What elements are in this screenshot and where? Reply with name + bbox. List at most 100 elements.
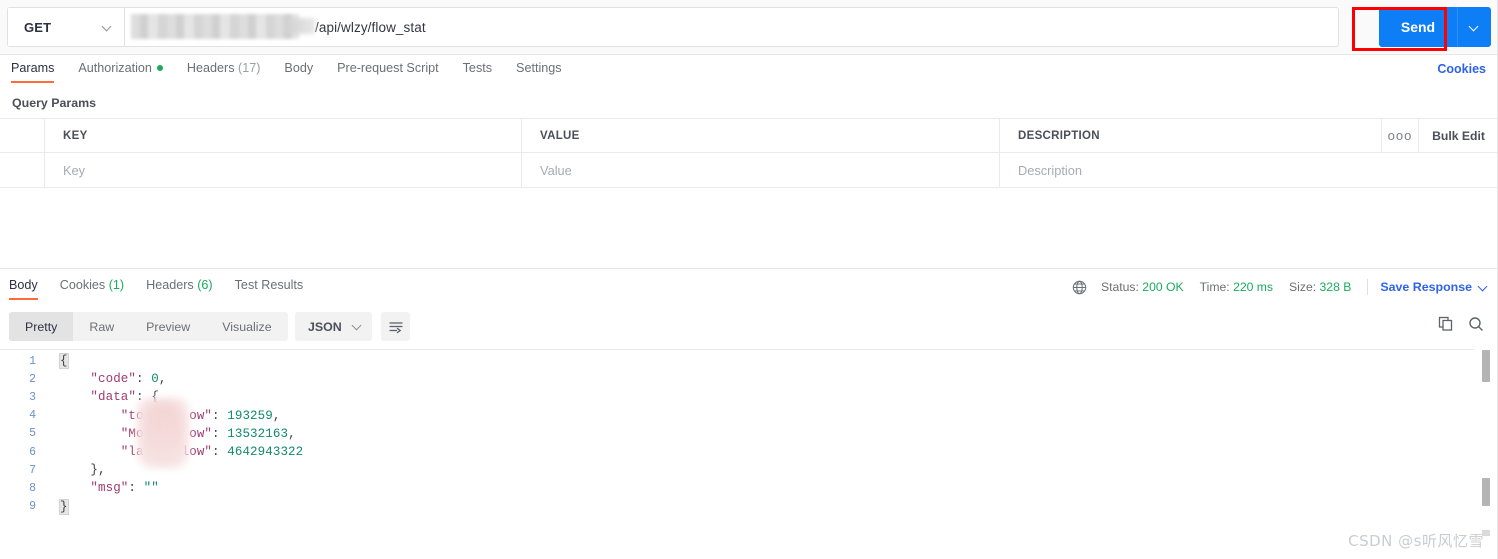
meta-divider	[1367, 279, 1369, 295]
code-token: "la	[60, 445, 144, 460]
cookies-link[interactable]: Cookies	[1437, 62, 1486, 76]
line-number: 2	[29, 372, 36, 386]
column-header-description: DESCRIPTION	[1018, 129, 1100, 142]
response-tab-body[interactable]: Body	[9, 274, 38, 300]
scrollbar-thumb[interactable]	[1482, 350, 1490, 382]
code-token: 0	[151, 372, 159, 387]
row-checkbox-cell[interactable]	[0, 153, 45, 187]
response-body-json-viewer[interactable]: 1{2 "code": 0,3 "data": {4 "to ow": 1932…	[0, 352, 1498, 537]
url-row: GET /api/wlzy/flow_stat	[7, 7, 1339, 47]
http-method-select[interactable]: GET	[8, 8, 125, 46]
json-key-redaction-blur-core	[147, 405, 179, 461]
tab-tests[interactable]: Tests	[463, 55, 492, 83]
tab-authorization-label: Authorization	[78, 61, 152, 75]
bulk-edit-label: Bulk Edit	[1432, 128, 1485, 143]
header-value-cell: VALUE	[522, 119, 1000, 152]
code-line-text: }	[48, 498, 69, 515]
param-description-input[interactable]: Description	[1000, 153, 1498, 187]
tab-body-label: Body	[284, 61, 314, 75]
code-token: "Mo	[60, 426, 144, 441]
url-redaction-blur	[131, 14, 299, 39]
auth-status-dot-icon	[156, 65, 163, 71]
response-tab-test-results-label: Test Results	[234, 278, 304, 292]
scrollbar-thumb-secondary[interactable]	[1482, 478, 1490, 506]
line-number: 1	[29, 354, 36, 368]
more-options-icon: ooo	[1387, 128, 1413, 143]
code-token: :	[212, 445, 228, 460]
url-input[interactable]: /api/wlzy/flow_stat	[125, 8, 1338, 46]
code-token: "to	[60, 408, 144, 423]
param-key-input[interactable]: Key	[45, 153, 522, 187]
param-key-placeholder: Key	[63, 162, 86, 178]
header-description-cell: DESCRIPTION	[1000, 119, 1382, 152]
code-line: 2 "code": 0,	[0, 370, 1498, 388]
tab-headers[interactable]: Headers (17)	[187, 55, 261, 83]
response-view-mode-group: Pretty Raw Preview Visualize	[9, 312, 288, 341]
tab-pre-request-script[interactable]: Pre-request Script	[337, 55, 439, 83]
code-token: "msg"	[60, 481, 129, 496]
save-response-label: Save Response	[1380, 280, 1472, 294]
wrap-lines-button[interactable]	[381, 312, 410, 341]
view-mode-raw[interactable]: Raw	[73, 312, 130, 341]
code-token: {	[59, 353, 69, 370]
chevron-down-icon	[1470, 23, 1479, 32]
globe-icon	[1072, 280, 1087, 295]
code-line: 7 },	[0, 461, 1498, 479]
response-tab-headers-label: Headers	[146, 278, 194, 292]
response-tab-test-results[interactable]: Test Results	[235, 274, 304, 300]
table-row: Key Value Description	[0, 153, 1498, 188]
size-label: Size:	[1289, 280, 1317, 294]
tab-settings[interactable]: Settings	[516, 55, 562, 83]
save-response-button[interactable]: Save Response	[1380, 280, 1488, 294]
response-tab-headers[interactable]: Headers (6)	[146, 274, 213, 300]
table-header-row: KEY VALUE DESCRIPTION ooo Bulk Edit	[0, 118, 1498, 153]
column-header-key: KEY	[63, 129, 88, 142]
column-header-value: VALUE	[540, 129, 580, 142]
line-number: 7	[29, 463, 36, 477]
response-vertical-scrollbar[interactable]	[1482, 350, 1490, 536]
time-badge: Time: 220 ms	[1200, 280, 1273, 294]
code-token: "data"	[60, 390, 137, 405]
response-tab-body-label: Body	[9, 278, 38, 292]
code-line-text: },	[48, 463, 106, 477]
status-value: 200 OK	[1142, 280, 1184, 294]
header-gutter-cell	[0, 119, 45, 152]
table-options-button[interactable]: ooo	[1382, 119, 1419, 152]
request-tab-bar: Params Authorization Headers (17) Body P…	[0, 55, 1498, 88]
response-tab-bar: Body Cookies (1) Headers (6) Test Result…	[9, 274, 325, 300]
tab-body[interactable]: Body	[284, 55, 313, 83]
response-tab-cookies[interactable]: Cookies (1)	[60, 274, 124, 300]
code-line: 4 "to ow": 193259,	[0, 407, 1498, 425]
view-mode-visualize[interactable]: Visualize	[206, 312, 287, 341]
copy-icon[interactable]	[1438, 316, 1454, 332]
code-line-text: "msg": ""	[48, 481, 159, 495]
response-format-label: JSON	[308, 319, 342, 334]
send-button[interactable]: Send	[1379, 7, 1457, 47]
query-params-table: KEY VALUE DESCRIPTION ooo Bulk Edit Key …	[0, 118, 1498, 188]
response-format-select[interactable]: JSON	[295, 312, 372, 341]
query-params-title: Query Params	[12, 96, 97, 110]
view-mode-pretty[interactable]: Pretty	[9, 312, 74, 341]
code-token: :	[128, 481, 144, 496]
code-line: 6 "la Flow": 4642943322	[0, 443, 1498, 461]
response-meta-bar: Status: 200 OK Time: 220 ms Size: 328 B …	[1072, 279, 1488, 295]
param-value-input[interactable]: Value	[522, 153, 1000, 187]
line-number: 8	[29, 481, 36, 495]
response-tab-cookies-count: (1)	[108, 278, 125, 292]
code-line: 9}	[0, 498, 1498, 516]
tab-params[interactable]: Params	[11, 55, 55, 83]
line-number: 3	[29, 390, 36, 404]
bulk-edit-button[interactable]: Bulk Edit	[1419, 119, 1498, 152]
code-line: 5 "Mo ow": 13532163,	[0, 425, 1498, 443]
view-mode-preview[interactable]: Preview	[130, 312, 206, 341]
time-value: 220 ms	[1233, 280, 1274, 294]
code-token: ,	[272, 408, 281, 423]
tab-params-label: Params	[11, 61, 55, 75]
tab-authorization[interactable]: Authorization	[78, 55, 163, 83]
search-icon[interactable]	[1468, 316, 1484, 332]
code-line-text: {	[48, 353, 69, 370]
response-tab-cookies-label: Cookies	[59, 278, 106, 292]
code-token: ,	[158, 372, 167, 387]
send-options-button[interactable]	[1457, 7, 1491, 47]
code-area-top-border	[0, 349, 1475, 350]
